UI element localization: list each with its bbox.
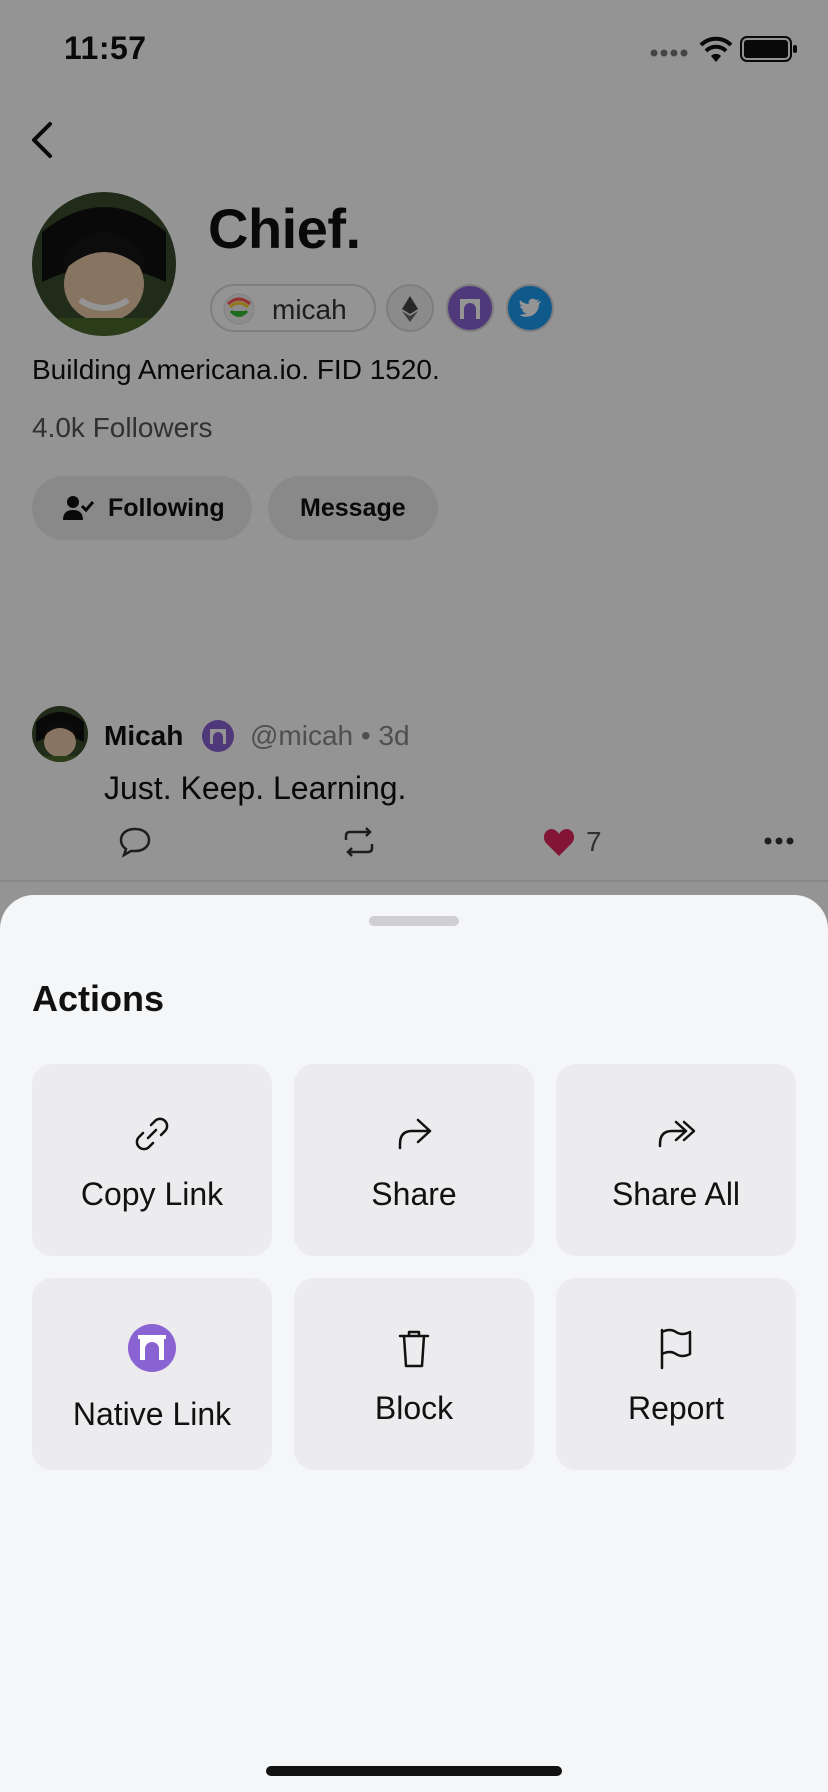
report-label: Report (627, 1390, 725, 1426)
home-indicator[interactable] (266, 1766, 562, 1776)
native-link-label: Native Link (72, 1396, 232, 1432)
copy-link-button[interactable]: Copy Link (32, 1064, 272, 1256)
trash-icon (398, 1330, 430, 1368)
share-label: Share (371, 1176, 457, 1212)
copy-link-label: Copy Link (80, 1176, 224, 1212)
share-all-label: Share All (611, 1176, 741, 1212)
native-link-button[interactable]: Native Link (32, 1278, 272, 1470)
sheet-grabber[interactable] (369, 916, 459, 926)
sheet-title: Actions (32, 978, 165, 1019)
share-all-icon (658, 1120, 696, 1148)
share-icon (398, 1118, 432, 1150)
block-button[interactable]: Block (294, 1278, 534, 1470)
share-button[interactable]: Share (294, 1064, 534, 1256)
report-button[interactable]: Report (556, 1278, 796, 1470)
link-icon (135, 1117, 169, 1151)
block-label: Block (374, 1390, 454, 1426)
share-all-button[interactable]: Share All (556, 1064, 796, 1256)
flag-icon (660, 1328, 692, 1370)
farcaster-icon (128, 1324, 176, 1372)
